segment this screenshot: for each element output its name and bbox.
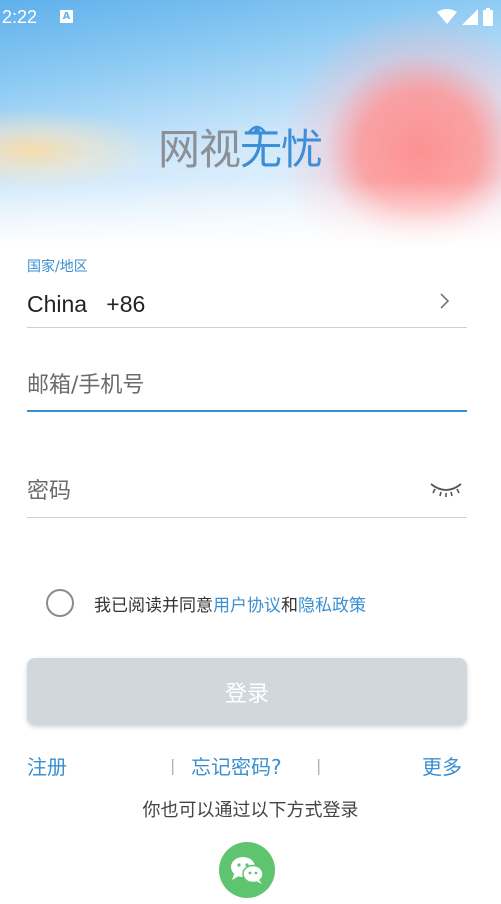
logo-eye-icon [246,125,268,135]
app-notification-icon: A [60,10,73,23]
wechat-icon [231,857,264,884]
more-link[interactable]: 更多 [422,751,462,780]
login-button[interactable]: 登录 [27,658,467,725]
links-row: 注册 | 忘记密码? | 更多 [0,748,501,782]
terms-link[interactable]: 用户协议 [213,596,281,616]
password-field-container [27,466,467,518]
eye-closed-icon[interactable] [429,480,463,500]
email-input[interactable] [27,372,467,398]
logo-text: 网视无忧 [158,125,323,173]
email-field-container [27,360,467,412]
wifi-icon [437,9,457,24]
agreement-text: 我已阅读并同意用户协议和隐私政策 [94,595,366,616]
status-icons [437,8,493,26]
status-time: 2:22 [2,7,38,27]
password-input[interactable] [27,479,467,504]
forgot-password-link[interactable]: 忘记密码? [191,751,282,780]
country-label: 国家/地区 [27,259,88,275]
chevron-right-icon [440,293,450,309]
wechat-login-button[interactable] [219,842,275,898]
signal-icon [462,9,478,25]
alt-login-text: 你也可以通过以下方式登录 [142,800,359,821]
separator: | [316,756,322,775]
country-value: China +86 [27,291,146,317]
battery-icon [483,8,493,26]
app-logo: 网视无忧 [158,120,338,173]
agreement-row: 我已阅读并同意用户协议和隐私政策 [46,588,366,618]
separator: | [170,756,176,775]
agreement-checkbox[interactable] [46,589,74,617]
status-bar: 2:22 A [0,0,501,36]
register-link[interactable]: 注册 [27,751,67,780]
privacy-link[interactable]: 隐私政策 [298,596,366,616]
country-selector[interactable]: China +86 [27,282,467,328]
